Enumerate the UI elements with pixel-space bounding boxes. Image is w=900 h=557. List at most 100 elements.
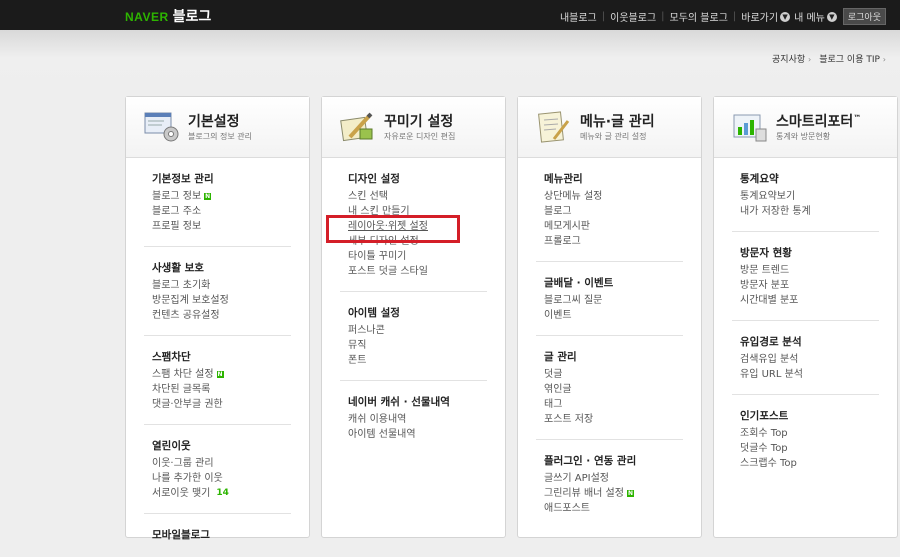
menu-item-blogc-question[interactable]: 블로그씨 질문 xyxy=(544,293,683,308)
section-title: 메뉴관리 xyxy=(544,173,583,185)
column-menu-post: 메뉴·글 관리 메뉴와 글 관리 설정 메뉴관리 상단메뉴 설정 블로그 메모게… xyxy=(517,96,702,538)
chevron-down-icon: ▼ xyxy=(780,11,791,22)
menu-item-blog[interactable]: 블로그 xyxy=(544,204,683,219)
notice-link[interactable]: 공지사항 › xyxy=(772,52,811,65)
statistics-chart-icon xyxy=(733,114,767,142)
section-title: 통계요약 xyxy=(740,173,779,185)
menu-item-green-review[interactable]: 그린리뷰 배너 설정 N xyxy=(544,486,683,501)
section-title: 아이템 설정 xyxy=(348,307,400,319)
nav-neighbor-blog[interactable]: 이웃블로그 xyxy=(610,9,656,24)
menu-item-event[interactable]: 이벤트 xyxy=(544,308,683,323)
shortcut-dropdown[interactable]: 바로가기 ▼ xyxy=(741,9,791,24)
column-title: 스마트리포터™ xyxy=(776,113,862,130)
menu-item-neighbor-groups[interactable]: 이웃·그룹 관리 xyxy=(152,456,291,471)
menu-item-adpost[interactable]: 애드포스트 xyxy=(544,501,683,516)
section-stats-summary: 통계요약 통계요약보기 내가 저장한 통계 xyxy=(732,158,879,232)
menu-item-font[interactable]: 폰트 xyxy=(348,353,487,368)
section-delivery-event: 글배달 · 이벤트 블로그씨 질문 이벤트 xyxy=(536,262,683,336)
column-subtitle: 통계와 방문현황 xyxy=(776,132,831,141)
nav-divider: | xyxy=(732,11,737,22)
menu-item-visitor-dist[interactable]: 방문자 분포 xyxy=(740,278,879,293)
shortcut-label: 바로가기 xyxy=(741,13,779,24)
section-basic-info: 기본정보 관리 블로그 정보 N 블로그 주소 프로필 정보 xyxy=(144,158,291,247)
menu-item-skin-select[interactable]: 스킨 선택 xyxy=(348,189,487,204)
menu-item-blog-reset[interactable]: 블로그 초기화 xyxy=(152,278,291,293)
column-smart-reporter: 스마트리포터™ 통계와 방문현황 통계요약 통계요약보기 내가 저장한 통계 방… xyxy=(713,96,898,538)
menu-item-spam-settings[interactable]: 스팸 차단 설정 N xyxy=(152,367,291,382)
menu-item-top-menu[interactable]: 상단메뉴 설정 xyxy=(544,189,683,204)
menu-item-gift-history[interactable]: 아이템 선물내역 xyxy=(348,427,487,442)
nav-divider: | xyxy=(661,11,665,22)
menu-item-blocked-posts[interactable]: 차단된 글목록 xyxy=(152,382,291,397)
menu-item-content-share[interactable]: 컨텐츠 공유설정 xyxy=(152,308,291,323)
section-title: 디자인 설정 xyxy=(348,173,400,185)
column-header: 스마트리포터™ 통계와 방문현황 xyxy=(714,97,897,158)
section-title: 글배달 · 이벤트 xyxy=(544,277,614,289)
menu-item-personacon[interactable]: 퍼스나콘 xyxy=(348,323,487,338)
section-spam: 스팸차단 스팸 차단 설정 N 차단된 글목록 댓글·안부글 권한 xyxy=(144,336,291,425)
menu-item-comment-permission[interactable]: 댓글·안부글 권한 xyxy=(152,397,291,412)
arrow-right-icon: › xyxy=(882,55,886,64)
naver-blog-logo[interactable]: NAVER 블로그 xyxy=(125,6,211,26)
section-privacy: 사생활 보호 블로그 초기화 방문집계 보호설정 컨텐츠 공유설정 xyxy=(144,247,291,336)
new-badge-icon: N xyxy=(626,490,634,497)
nav-everyone-blog[interactable]: 모두의 블로그 xyxy=(670,9,728,24)
menu-item-blog-address[interactable]: 블로그 주소 xyxy=(152,204,291,219)
menu-item-comment-style[interactable]: 포스트 덧글 스타일 xyxy=(348,264,487,279)
column-header: 꾸미기 설정 자유로운 디자인 편집 xyxy=(322,97,505,158)
section-title: 기본정보 관리 xyxy=(152,173,214,185)
section-visitors: 방문자 현황 방문 트렌드 방문자 분포 시간대별 분포 xyxy=(732,232,879,321)
menu-item-memo-board[interactable]: 메모게시판 xyxy=(544,219,683,234)
menu-item-time-dist[interactable]: 시간대별 분포 xyxy=(740,293,879,308)
menu-item-added-me[interactable]: 나를 추가한 이웃 xyxy=(152,471,291,486)
menu-item-post-save[interactable]: 포스트 저장 xyxy=(544,412,683,427)
menu-item-visit-trend[interactable]: 방문 트렌드 xyxy=(740,263,879,278)
menu-item-search-inflow[interactable]: 검색유입 분석 xyxy=(740,352,879,367)
menu-item-trackbacks[interactable]: 엮인글 xyxy=(544,382,683,397)
header-band xyxy=(0,30,900,100)
section-title: 글 관리 xyxy=(544,351,577,363)
settings-gear-icon xyxy=(144,112,179,142)
column-design-settings: 꾸미기 설정 자유로운 디자인 편집 디자인 설정 스킨 선택 내 스킨 만들기… xyxy=(321,96,506,538)
arrow-right-icon: › xyxy=(808,55,812,64)
menu-item-cash-history[interactable]: 캐쉬 이용내역 xyxy=(348,412,487,427)
section-open-neighbors: 열린이웃 이웃·그룹 관리 나를 추가한 이웃 서로이웃 맺기 14 xyxy=(144,425,291,514)
logout-button[interactable]: 로그아웃 xyxy=(842,8,886,25)
my-menu-dropdown[interactable]: 내 메뉴 ▼ xyxy=(794,9,837,24)
menu-item-title-decor[interactable]: 타이틀 꾸미기 xyxy=(348,249,487,264)
blog-tip-link[interactable]: 블로그 이용 TIP › xyxy=(819,52,886,65)
section-title: 플러그인 · 연동 관리 xyxy=(544,455,637,467)
menu-item-scraps-top[interactable]: 스크랩수 Top xyxy=(740,456,879,471)
menu-item-saved-stats[interactable]: 내가 저장한 통계 xyxy=(740,204,879,219)
section-referrer: 유입경로 분석 검색유입 분석 유입 URL 분석 xyxy=(732,321,879,395)
section-title: 방문자 현황 xyxy=(740,247,792,259)
nav-my-blog[interactable]: 내블로그 xyxy=(560,9,597,24)
menu-item-tags[interactable]: 태그 xyxy=(544,397,683,412)
menu-item-views-top[interactable]: 조회수 Top xyxy=(740,426,879,441)
section-menu-manage: 메뉴관리 상단메뉴 설정 블로그 메모게시판 프롤로그 xyxy=(536,158,683,262)
menu-item-blog-info[interactable]: 블로그 정보 N xyxy=(152,189,291,204)
document-menu-icon xyxy=(538,111,570,143)
column-header: 메뉴·글 관리 메뉴와 글 관리 설정 xyxy=(518,97,701,158)
menu-item-prologue[interactable]: 프롤로그 xyxy=(544,234,683,249)
naver-logo-text: NAVER xyxy=(125,10,169,24)
menu-item-mutual-neighbors[interactable]: 서로이웃 맺기 14 xyxy=(152,486,291,501)
section-title: 열린이웃 xyxy=(152,440,191,452)
menu-item-view-summary[interactable]: 통계요약보기 xyxy=(740,189,879,204)
top-bar: NAVER 블로그 내블로그 | 이웃블로그 | 모두의 블로그 | 바로가기 … xyxy=(0,0,900,30)
menu-item-url-inflow[interactable]: 유입 URL 분석 xyxy=(740,367,879,382)
menu-item-write-api[interactable]: 글쓰기 API설정 xyxy=(544,471,683,486)
menu-item-visit-protect[interactable]: 방문집계 보호설정 xyxy=(152,293,291,308)
section-plugins: 플러그인 · 연동 관리 글쓰기 API설정 그린리뷰 배너 설정 N 애드포스트 xyxy=(536,440,683,528)
menu-item-comments[interactable]: 덧글 xyxy=(544,367,683,382)
column-title: 기본설정 xyxy=(188,114,240,130)
column-title: 메뉴·글 관리 xyxy=(580,114,655,130)
menu-item-profile-info[interactable]: 프로필 정보 xyxy=(152,219,291,234)
section-popular-posts: 인기포스트 조회수 Top 덧글수 Top 스크랩수 Top xyxy=(732,395,879,483)
top-nav: 내블로그 | 이웃블로그 | 모두의 블로그 | 바로가기 ▼ 내 메뉴 ▼ 로… xyxy=(560,8,886,25)
new-badge-icon: N xyxy=(204,193,212,200)
section-mobile-blog: 모바일블로그 xyxy=(144,514,291,557)
menu-item-comments-top[interactable]: 덧글수 Top xyxy=(740,441,879,456)
menu-item-music[interactable]: 뮤직 xyxy=(348,338,487,353)
nav-divider: | xyxy=(601,11,606,22)
